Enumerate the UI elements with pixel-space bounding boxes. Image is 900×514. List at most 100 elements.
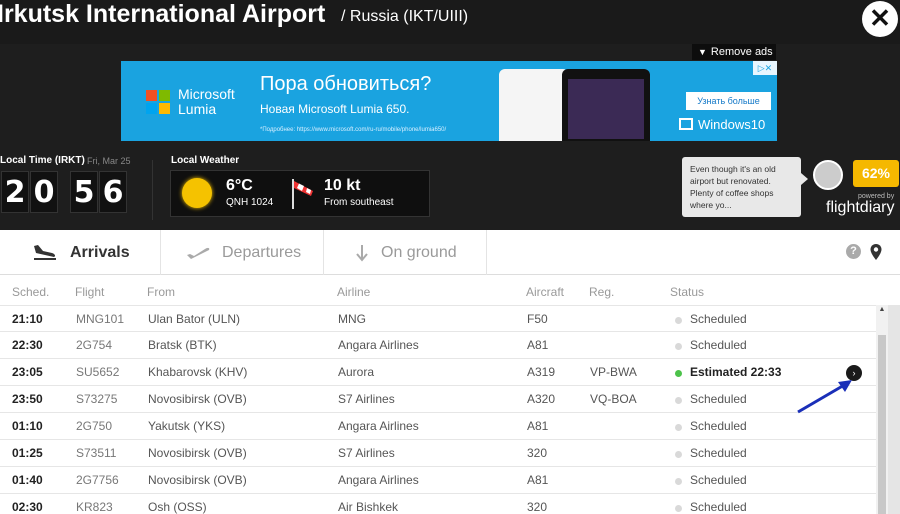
cell-airline: S7 Airlines [338,446,395,460]
scrollbar[interactable]: ▲ [876,305,888,514]
ad-choices-icon[interactable]: ▷✕ [753,61,777,75]
cell-aircraft: A319 [527,365,556,379]
phone-white-image [499,69,569,141]
cell-airline: Angara Airlines [338,419,419,433]
cell-sched: 01:25 [12,446,43,460]
ad-subline: Новая Microsoft Lumia 650. [260,102,410,116]
close-button[interactable]: ✕ [862,1,898,37]
cell-sched: 01:10 [12,419,43,433]
status-dot-icon [675,343,682,350]
table-row[interactable]: 02:30 KR823 Osh (OSS) Air Bishkek 320 Schedul… [0,494,876,514]
clock-digit: 6 [99,171,127,213]
tab-label: Arrivals [70,244,130,261]
scroll-up-icon[interactable]: ▲ [878,305,886,315]
cell-airline: Angara Airlines [338,473,419,487]
weather-panel: 6°C QNH 1024 10 kt From southeast [170,170,430,217]
table-row[interactable]: 22:30 2G754 Bratsk (BTK) Angara Airlines A81… [0,332,876,359]
tab-departures[interactable]: Departures [161,230,324,275]
cell-from: Khabarovsk (KHV) [148,365,248,379]
cell-airline: Angara Airlines [338,338,419,352]
column-header-flight[interactable]: Flight [75,285,104,299]
table-row[interactable]: 23:05 SU5652 Khabarovsk (KHV) Aurora A319 VP-… [0,359,876,386]
annotation-arrow-icon [797,380,852,414]
cell-flight: SU5652 [76,365,120,379]
cell-status: Scheduled [690,473,747,487]
ad-banner[interactable]: Microsoft Lumia Пора обновиться? Новая M… [121,61,777,141]
cell-reg: VQ-BOA [590,392,637,406]
cell-status: Estimated 22:33 [690,365,782,379]
status-dot-icon [675,478,682,485]
flights-panel: Arrivals Departures On ground ? Sched. F… [0,230,900,514]
tab-arrivals[interactable]: Arrivals [0,230,161,275]
plane-landing-icon [34,245,56,260]
cell-status: Scheduled [690,419,747,433]
phone-black-image [562,69,650,141]
clock-digit: 5 [70,171,98,213]
chevron-down-icon: ▼ [698,47,707,57]
flightdiary-logo[interactable]: flightdiary [826,199,894,217]
cell-aircraft: A81 [527,473,549,487]
cell-airline: MNG [338,312,366,326]
ad-cta-button[interactable]: Узнать больше [686,92,771,110]
clock-digit: 2 [1,171,29,213]
ad-headline: Пора обновиться? [260,73,432,95]
column-header-aircraft[interactable]: Aircraft [526,285,564,299]
windows-label: Windows10 [698,117,766,132]
local-time-label: Local Time (IRKT) [0,155,85,166]
column-header-sched[interactable]: Sched. [12,285,49,299]
status-dot-icon [675,317,682,324]
scroll-thumb[interactable] [878,335,886,514]
tab-on-ground[interactable]: On ground [324,230,487,275]
table-row[interactable]: 23:50 S73275 Novosibirsk (OVB) S7 Airlines A… [0,386,876,413]
cell-aircraft: 320 [527,500,548,514]
header-bar: Irkutsk International Airport / Russia (… [0,0,900,44]
cell-airline: Air Bishkek [338,500,399,514]
status-dot-icon [675,505,682,512]
cell-reg: VP-BWA [590,365,637,379]
status-dot-icon [675,451,682,458]
cell-status: Scheduled [690,446,747,460]
status-dot-icon [675,370,682,377]
column-header-from[interactable]: From [147,285,175,299]
airport-subtitle: / Russia (IKT/UIII) [341,8,469,25]
cell-status: Scheduled [690,338,747,352]
cell-sched: 02:30 [12,500,43,514]
clock-digit: 0 [30,171,58,213]
arrow-down-icon [356,245,368,262]
local-date: Fri, Mar 25 [87,156,131,166]
column-header-status[interactable]: Status [670,285,704,299]
ad-brand-line1: Microsoft [178,86,235,102]
cell-aircraft: 320 [527,446,548,460]
microsoft-logo-icon [146,90,170,114]
cell-from: Novosibirsk (OVB) [148,446,247,460]
cell-aircraft: F50 [527,312,548,326]
cell-airline: S7 Airlines [338,392,395,406]
tab-bar: Arrivals Departures On ground ? [0,230,900,275]
cell-from: Novosibirsk (OVB) [148,392,247,406]
plane-takeoff-icon [187,247,210,259]
tab-label: Departures [222,244,302,261]
column-header-airline[interactable]: Airline [337,285,370,299]
cell-flight: 2G754 [76,338,113,352]
windsock-icon [292,179,313,209]
map-pin-icon[interactable] [869,243,883,261]
cell-from: Bratsk (BTK) [148,338,217,352]
review-bubble[interactable]: Even though it's an old airport but reno… [682,157,808,217]
table-row[interactable]: 01:25 S73511 Novosibirsk (OVB) S7 Airlines 3… [0,440,876,467]
ad-fine-print: *Подробнее: https://www.microsoft.com/ru… [260,127,447,133]
cell-status: Scheduled [690,500,747,514]
remove-ads-button[interactable]: ▼ Remove ads [692,44,776,60]
cell-airline: Aurora [338,365,375,379]
help-icon[interactable]: ? [846,244,861,259]
windows-logo: Windows10 [679,117,765,132]
cell-status: Scheduled [690,392,747,406]
table-row[interactable]: 21:10 MNG101 Ulan Bator (ULN) MNG F50 Schedul… [0,305,876,332]
cell-flight: S73511 [76,446,117,460]
sun-icon [182,178,212,208]
page-title: Irkutsk International Airport [0,0,326,28]
table-row[interactable]: 01:10 2G750 Yakutsk (YKS) Angara Airlines A8… [0,413,876,440]
table-row[interactable]: 01:40 2G7756 Novosibirsk (OVB) Angara Airli… [0,467,876,494]
cell-flight: 2G750 [76,419,113,433]
column-header-reg[interactable]: Reg. [589,285,614,299]
remove-ads-label: Remove ads [710,46,773,58]
